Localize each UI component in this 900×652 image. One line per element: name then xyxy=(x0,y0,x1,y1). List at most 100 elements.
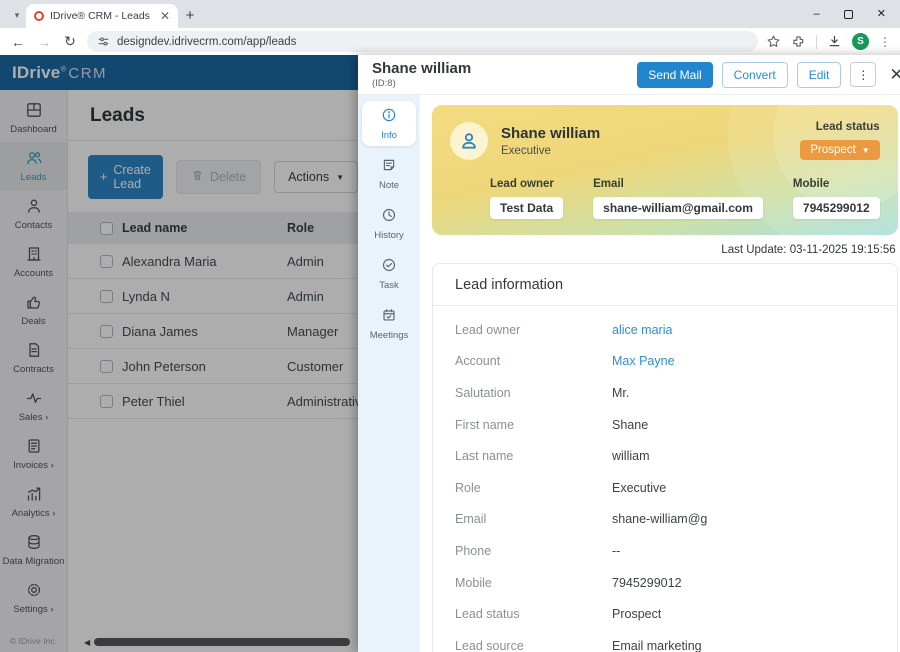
note-icon xyxy=(381,157,397,176)
field-label: Phone xyxy=(455,544,612,558)
info-field-row: Lead owneralice maria xyxy=(455,314,875,346)
lead-id: (ID:8) xyxy=(372,78,471,89)
info-field-row: Emailshane-william@g xyxy=(455,504,875,536)
send-mail-button[interactable]: Send Mail xyxy=(637,62,712,88)
field-label: Last name xyxy=(455,449,612,463)
tab-note[interactable]: Note xyxy=(362,151,416,196)
tab-meetings[interactable]: Meetings xyxy=(362,301,416,346)
browser-tab[interactable]: IDrive® CRM - Leads ✕ xyxy=(26,4,178,28)
info-field-row: Lead statusProspect xyxy=(455,598,875,630)
field-value: Email marketing xyxy=(612,639,702,652)
contact-label: Mobile xyxy=(793,178,880,190)
window-close-button[interactable]: ✕ xyxy=(877,9,886,20)
summary-lead-role: Executive xyxy=(501,145,600,157)
modal-backdrop[interactable] xyxy=(0,55,358,652)
bookmark-star-icon[interactable] xyxy=(766,34,781,49)
field-label: Email xyxy=(455,512,612,526)
lead-status-dropdown[interactable]: Prospect ▼ xyxy=(800,140,879,160)
browser-tab-bar: ▾ IDrive® CRM - Leads ✕ + – ✕ xyxy=(0,0,900,28)
field-label: Account xyxy=(455,354,612,368)
field-label: First name xyxy=(455,418,612,432)
summary-contact-lead-owner: Lead owner Test Data xyxy=(490,178,563,219)
lead-information-card: Lead information Lead owneralice mariaAc… xyxy=(432,263,898,652)
address-bar[interactable]: designdev.idrivecrm.com/app/leads xyxy=(87,31,758,52)
browser-menu-icon[interactable]: ⋮ xyxy=(879,35,891,49)
summary-contact-email: Emailshane-william@gmail.com xyxy=(593,178,763,219)
edit-button[interactable]: Edit xyxy=(797,62,842,88)
info-field-row: SalutationMr. xyxy=(455,377,875,409)
lead-status-label: Lead status xyxy=(816,121,880,133)
site-settings-icon[interactable] xyxy=(97,35,110,48)
field-label: Mobile xyxy=(455,576,612,590)
tab-label: Task xyxy=(379,280,399,291)
field-label: Lead source xyxy=(455,639,612,652)
new-tab-button[interactable]: + xyxy=(178,3,202,27)
tab-title: IDrive® CRM - Leads xyxy=(50,10,154,22)
screen: ▾ IDrive® CRM - Leads ✕ + – ✕ ← → ↻ desi… xyxy=(0,0,900,652)
info-field-row: Last namewilliam xyxy=(455,440,875,472)
profile-avatar[interactable]: S xyxy=(852,33,869,50)
detail-tab-strip: Info Note History Task Meetings xyxy=(358,95,420,652)
contact-value-chip: Test Data xyxy=(490,197,563,219)
tab-label: Info xyxy=(381,130,397,141)
field-value: Mr. xyxy=(612,386,629,400)
field-value: Prospect xyxy=(612,607,661,621)
last-update-text: Last Update: 03-11-2025 19:15:56 xyxy=(432,235,898,263)
field-label: Role xyxy=(455,481,612,495)
info-field-row: Phone-- xyxy=(455,535,875,567)
tab-search-icon[interactable]: ▾ xyxy=(8,5,26,25)
detail-content: Shane william Executive Lead status Pros… xyxy=(420,95,900,652)
forward-icon[interactable]: → xyxy=(35,34,53,50)
tab-history[interactable]: History xyxy=(362,201,416,246)
info-field-row: AccountMax Payne xyxy=(455,346,875,378)
downloads-icon[interactable] xyxy=(827,34,842,49)
info-field-row: Mobile7945299012 xyxy=(455,567,875,599)
info-field-row: First nameShane xyxy=(455,409,875,441)
contact-label: Lead owner xyxy=(490,178,563,190)
meetings-icon xyxy=(381,307,397,326)
history-icon xyxy=(381,207,397,226)
convert-button[interactable]: Convert xyxy=(722,62,788,88)
info-icon xyxy=(381,107,397,126)
field-value: -- xyxy=(612,544,620,558)
back-icon[interactable]: ← xyxy=(9,34,27,50)
panel-header: Shane william (ID:8) Send Mail Convert E… xyxy=(358,55,900,95)
close-panel-icon[interactable]: ✕ xyxy=(889,65,900,85)
tab-label: History xyxy=(374,230,404,241)
summary-lead-name: Shane william xyxy=(501,125,600,142)
window-minimize-button[interactable]: – xyxy=(814,9,820,20)
field-label: Salutation xyxy=(455,386,612,400)
info-field-row: Lead sourceEmail marketing xyxy=(455,630,875,652)
field-value[interactable]: alice maria xyxy=(612,323,672,337)
field-value: 7945299012 xyxy=(612,576,682,590)
lead-name-title: Shane william xyxy=(372,60,471,77)
task-icon xyxy=(381,257,397,276)
tab-label: Meetings xyxy=(370,330,409,341)
summary-contact-mobile: Mobile 7945299012 xyxy=(793,178,880,219)
lead-information-title: Lead information xyxy=(433,264,897,306)
contact-value-chip: shane-william@gmail.com xyxy=(593,197,763,219)
lead-detail-panel: Shane william (ID:8) Send Mail Convert E… xyxy=(358,55,900,652)
field-label: Lead owner xyxy=(455,323,612,337)
field-value: shane-william@g xyxy=(612,512,707,526)
field-value[interactable]: Max Payne xyxy=(612,354,675,368)
contact-value-chip: 7945299012 xyxy=(793,197,880,219)
extensions-icon[interactable] xyxy=(791,34,806,49)
tab-close-icon[interactable]: ✕ xyxy=(160,9,170,23)
window-maximize-button[interactable] xyxy=(844,10,853,19)
chevron-down-icon: ▼ xyxy=(862,146,870,155)
field-label: Lead status xyxy=(455,607,612,621)
leads-page-region: IDrive®CRM DashboardLeadsContactsAccount… xyxy=(0,55,358,652)
lead-summary-card: Shane william Executive Lead status Pros… xyxy=(432,105,898,235)
tab-label: Note xyxy=(379,180,399,191)
field-value: Executive xyxy=(612,481,666,495)
url-text: designdev.idrivecrm.com/app/leads xyxy=(117,36,296,48)
tab-task[interactable]: Task xyxy=(362,251,416,296)
browser-toolbar: ← → ↻ designdev.idrivecrm.com/app/leads … xyxy=(0,28,900,55)
toolbar-divider xyxy=(816,35,817,49)
lead-avatar xyxy=(450,122,488,160)
tab-info[interactable]: Info xyxy=(362,101,416,146)
site-favicon-icon xyxy=(34,11,44,21)
more-options-icon[interactable]: ⋮ xyxy=(850,62,876,87)
reload-icon[interactable]: ↻ xyxy=(61,33,79,50)
